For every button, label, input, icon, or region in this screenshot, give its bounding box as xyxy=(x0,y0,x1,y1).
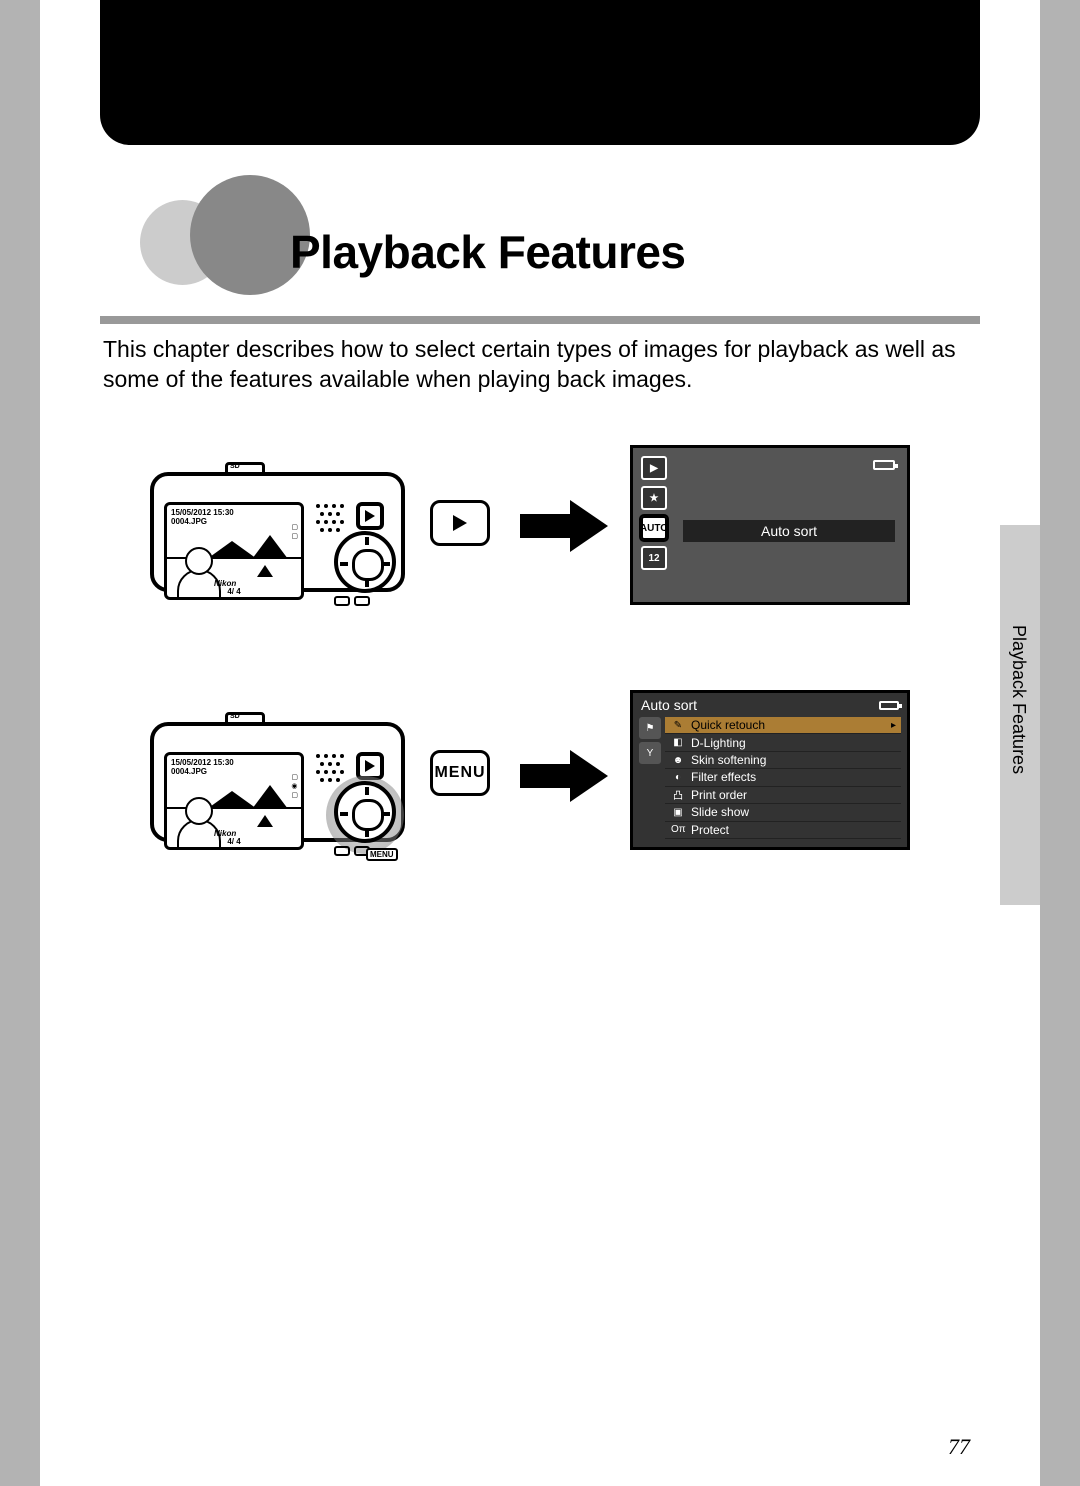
menu-title-bar: Auto sort xyxy=(633,693,907,717)
mode-selected-label: Auto sort xyxy=(683,520,895,542)
flow-row-playback-mode: SD 15/05/2012 15:30 0004.JPG ▢▢ 4/ 4 xyxy=(150,445,970,615)
mode-icon-listbydate[interactable]: 12 xyxy=(641,546,667,570)
slideshow-icon: ▣ xyxy=(671,807,685,818)
camera-menu-button-label[interactable]: MENU xyxy=(366,848,398,861)
camera-body: 15/05/2012 15:30 0004.JPG ▢▢ 4/ 4 xyxy=(150,472,405,592)
section-side-tab-label: Playback Features xyxy=(1008,625,1029,774)
protect-icon: Oπ xyxy=(671,824,685,835)
camera-sd-label: SD xyxy=(230,463,240,470)
battery-icon xyxy=(873,460,895,470)
d-lighting-icon: ◧ xyxy=(671,737,685,748)
skin-icon: ☻ xyxy=(671,755,685,766)
playback-mode-menu-screen: ▶ ★ AUTO 12 Auto sort xyxy=(630,445,910,605)
print-icon: 凸 xyxy=(671,787,685,802)
menu-item-label: Protect xyxy=(691,823,729,837)
menu-item-label: Slide show xyxy=(691,805,749,819)
menu-item-d-lighting[interactable]: ◧ D-Lighting xyxy=(665,734,901,751)
section-side-tab: Playback Features xyxy=(1000,525,1040,905)
lcd-counter: 4/ 4 xyxy=(167,837,301,846)
menu-item-label: Print order xyxy=(691,788,747,802)
mode-icon-autosort[interactable]: AUTO xyxy=(641,516,667,540)
lcd-right-icons: ▢▢ xyxy=(291,523,298,541)
menu-tab-sort[interactable]: ⚑ xyxy=(639,717,661,739)
camera-playback-button[interactable] xyxy=(356,502,384,530)
menu-item-print-order[interactable]: 凸 Print order xyxy=(665,787,901,804)
camera-brand: Nikon xyxy=(214,829,236,838)
lcd-date: 15/05/2012 15:30 xyxy=(167,505,301,517)
camera-brand: Nikon xyxy=(214,579,236,588)
menu-item-label: Skin softening xyxy=(691,753,766,767)
playback-menu-screen: Auto sort ⚑ Y ✎ Quick retouch ◧ D-Lighti… xyxy=(630,690,910,850)
camera-body: 15/05/2012 15:30 0004.JPG ▢◉▢ 4/ 4 xyxy=(150,722,405,842)
camera-multi-selector[interactable] xyxy=(334,531,396,593)
camera-sd-label: SD xyxy=(230,713,240,720)
menu-item-label: Filter effects xyxy=(691,770,756,784)
retouch-icon: ✎ xyxy=(671,720,685,731)
camera-multi-selector[interactable] xyxy=(334,781,396,843)
menu-item-filter-effects[interactable]: ◐ Filter effects xyxy=(665,769,901,786)
arrow-icon xyxy=(520,500,610,552)
lcd-date: 15/05/2012 15:30 xyxy=(167,755,301,767)
battery-icon xyxy=(879,701,899,710)
menu-item-label: Quick retouch xyxy=(691,718,765,732)
lcd-filename: 0004.JPG xyxy=(167,767,301,776)
arrow-icon xyxy=(520,750,610,802)
page-number: 77 xyxy=(948,1434,970,1460)
menu-item-label: D-Lighting xyxy=(691,736,746,750)
camera-back-illustration: SD 15/05/2012 15:30 0004.JPG ▢◉▢ 4/ 4 xyxy=(150,710,410,845)
lcd-filename: 0004.JPG xyxy=(167,517,301,526)
chapter-title: Playback Features xyxy=(290,225,686,279)
intro-text: This chapter describes how to select cer… xyxy=(103,335,978,395)
menu-list: ✎ Quick retouch ◧ D-Lighting ☻ Skin soft… xyxy=(665,717,901,839)
menu-tabs: ⚑ Y xyxy=(639,717,661,839)
camera-back-illustration: SD 15/05/2012 15:30 0004.JPG ▢▢ 4/ 4 xyxy=(150,460,410,595)
title-underline xyxy=(100,316,980,324)
flow-row-playback-menu: SD 15/05/2012 15:30 0004.JPG ▢◉▢ 4/ 4 xyxy=(150,695,970,865)
menu-button-callout: MENU xyxy=(430,750,490,796)
playback-mode-sidebar: ▶ ★ AUTO 12 xyxy=(641,456,667,570)
menu-item-skin-softening[interactable]: ☻ Skin softening xyxy=(665,752,901,769)
camera-bottom-buttons[interactable] xyxy=(334,846,370,856)
camera-speaker-grille xyxy=(314,502,352,540)
lcd-right-icons: ▢◉▢ xyxy=(291,773,298,800)
menu-item-protect[interactable]: Oπ Protect xyxy=(665,822,901,839)
mode-icon-favorites[interactable]: ★ xyxy=(641,486,667,510)
mode-icon-play[interactable]: ▶ xyxy=(641,456,667,480)
play-button-callout xyxy=(430,500,490,546)
menu-title: Auto sort xyxy=(641,697,697,713)
camera-bottom-buttons[interactable] xyxy=(334,596,370,606)
page: Playback Features This chapter describes… xyxy=(40,0,1040,1486)
filter-icon: ◐ xyxy=(671,772,685,783)
menu-tab-setup[interactable]: Y xyxy=(639,742,661,764)
chapter-header-black xyxy=(100,0,980,145)
menu-item-slide-show[interactable]: ▣ Slide show xyxy=(665,804,901,821)
lcd-counter: 4/ 4 xyxy=(167,587,301,596)
menu-item-quick-retouch[interactable]: ✎ Quick retouch xyxy=(665,717,901,734)
